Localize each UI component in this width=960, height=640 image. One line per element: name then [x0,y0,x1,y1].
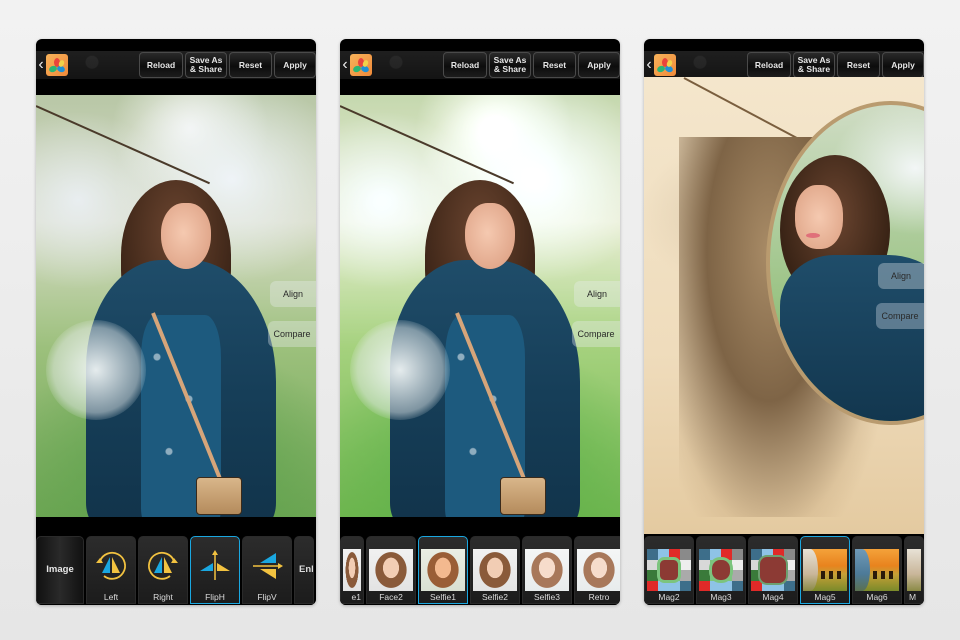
top-toolbar: ‹ Reload Save As & Share Reset Apply [644,51,924,79]
effect-thumbnail [855,549,899,591]
reload-button[interactable]: Reload [443,52,487,78]
reload-button[interactable]: Reload [139,52,183,78]
tile-label: Selfie3 [534,592,560,602]
image-category-tab[interactable]: Image [36,536,84,604]
save-as-share-button[interactable]: Save As & Share [489,52,531,78]
apply-button[interactable]: Apply [882,52,924,78]
back-arrow-icon[interactable]: ‹ [644,51,654,79]
filter-tile[interactable]: Selfie3 [522,536,572,604]
tile-label: e1 [351,592,361,602]
photo-canvas[interactable]: Align Compare [644,77,924,535]
top-toolbar: ‹ Reload Save As & Share Reset Apply [340,51,620,79]
tile-label: M [909,592,917,602]
tile-label: Right [153,592,173,602]
align-button[interactable]: Align [270,281,316,307]
compare-button[interactable]: Compare [876,303,924,329]
rotate-left-tile[interactable]: Left [86,536,136,604]
filter-tile[interactable]: Face2 [366,536,416,604]
phone-screen-portrait: ‹ Reload Save As & Share Reset Apply Ali… [340,39,620,605]
filter-tile[interactable]: Selfie2 [470,536,520,604]
effect-thumbnail [803,549,847,591]
photo-canvas[interactable]: Align Compare [340,95,620,517]
filter-thumbnail [577,549,620,591]
enhance-category-tab[interactable]: Enh [294,536,314,604]
flip-vertical-icon [253,553,283,579]
effect-tile[interactable]: Mag4 [748,536,798,604]
apply-button[interactable]: Apply [274,52,316,78]
flip-horizontal-icon [200,550,230,580]
filter-tile[interactable]: e1 [340,536,364,604]
save-as-share-button[interactable]: Save As & Share [793,52,835,78]
reset-button[interactable]: Reset [533,52,576,78]
app-logo-icon[interactable] [654,54,676,76]
save-as-share-button[interactable]: Save As & Share [185,52,227,78]
effect-thumbnail [699,549,743,591]
effect-tile[interactable]: M [904,536,924,604]
subject-lips [806,233,820,238]
flip-horizontal-tile[interactable]: FlipH [190,536,240,604]
subject-face [161,203,211,269]
reset-button[interactable]: Reset [837,52,880,78]
filter-thumbnail [369,549,413,591]
tile-label: Image [46,564,74,575]
effect-thumbnail [751,549,795,591]
effect-thumbnail [907,549,921,591]
align-button[interactable]: Align [878,263,924,289]
rotate-right-icon [148,551,178,580]
filter-tile[interactable]: Retro [574,536,620,604]
portrait-filter-strip[interactable]: e1 Face2 Selfie1 Selfie2 Selfie3 Retro [340,534,620,605]
phone-screen-magnifier: ‹ Reload Save As & Share Reset Apply Ali… [644,39,924,605]
tile-label: Mag5 [814,592,836,602]
flip-vertical-tile[interactable]: FlipV [242,536,292,604]
phone-screen-transform: ‹ Reload Save As & Share Reset Apply Ali… [36,39,316,605]
filter-tile[interactable]: Selfie1 [418,536,468,604]
subject-bag [500,477,546,515]
reload-button[interactable]: Reload [747,52,791,78]
tile-label: Enh [299,564,313,575]
tile-label: Face2 [379,592,403,602]
subject-bag [196,477,242,515]
tile-label: Mag3 [710,592,732,602]
tile-label: FlipV [257,592,277,602]
tile-label: Mag2 [658,592,680,602]
reset-button[interactable]: Reset [229,52,272,78]
tile-label: FlipH [205,592,225,602]
top-toolbar: ‹ Reload Save As & Share Reset Apply [36,51,316,79]
tile-label: Mag6 [866,592,888,602]
tile-label: Mag4 [762,592,784,602]
align-button[interactable]: Align [574,281,620,307]
subject-face [465,203,515,269]
transform-tool-strip[interactable]: Image Left Right FlipH FlipV En [36,534,316,605]
rotate-left-icon [96,551,126,580]
effect-thumbnail [647,549,691,591]
blur-spot [46,320,146,420]
blur-spot [350,320,450,420]
compare-button[interactable]: Compare [268,321,316,347]
photo-canvas[interactable]: Align Compare [36,95,316,517]
effect-tile[interactable]: Mag3 [696,536,746,604]
effect-tile[interactable]: Mag5 [800,536,850,604]
tile-label: Left [103,592,119,602]
filter-thumbnail [421,549,465,591]
back-arrow-icon[interactable]: ‹ [36,51,46,79]
filter-thumbnail [525,549,569,591]
effect-tile[interactable]: Mag6 [852,536,902,604]
rotate-right-tile[interactable]: Right [138,536,188,604]
effect-tile[interactable]: Mag2 [644,536,694,604]
tile-label: Selfie2 [482,592,508,602]
filter-thumbnail [473,549,517,591]
app-logo-icon[interactable] [350,54,372,76]
tile-label: Selfie1 [430,592,456,602]
subject-face [795,185,843,249]
compare-button[interactable]: Compare [572,321,620,347]
apply-button[interactable]: Apply [578,52,620,78]
magnifier-effect-strip[interactable]: Mag2 Mag3 Mag4 Mag5 Mag6 M [644,534,924,605]
back-arrow-icon[interactable]: ‹ [340,51,350,79]
app-logo-icon[interactable] [46,54,68,76]
tile-label: Retro [588,592,610,602]
